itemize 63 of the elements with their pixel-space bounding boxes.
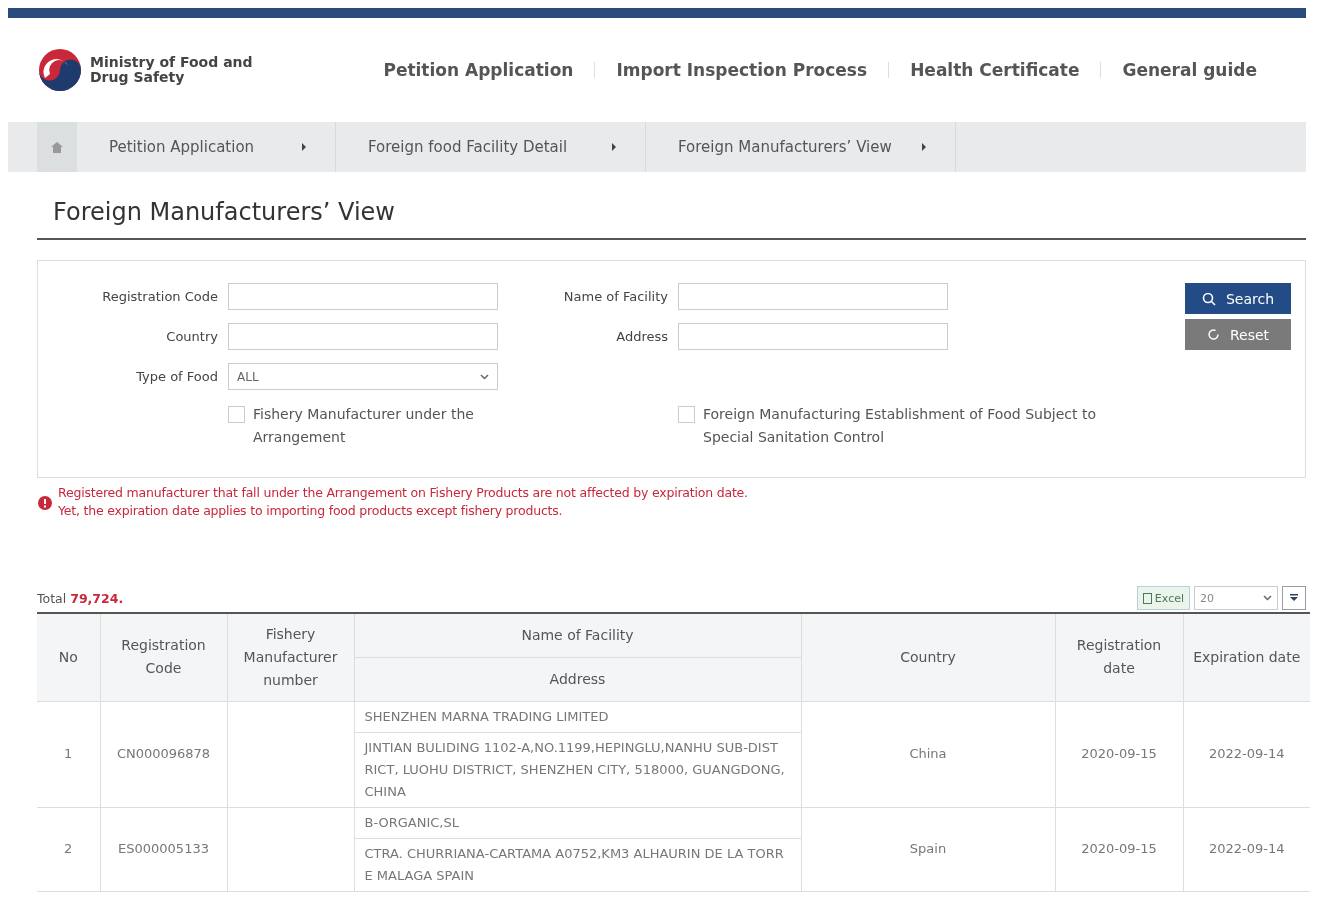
home-icon[interactable] bbox=[51, 141, 63, 153]
column-header: Registration date bbox=[1055, 613, 1183, 701]
caret-icon bbox=[611, 143, 617, 151]
field-label: Type of Food bbox=[135, 369, 219, 384]
table-cell: CTRA. CHURRIANA-CARTAMA A0752,KM3 ALHAURIN DE LA TORRE MALAGA SPAIN bbox=[354, 838, 801, 891]
caret-icon bbox=[921, 143, 927, 151]
table-cell: SHENZHEN MARNA TRADING LIMITED bbox=[354, 701, 801, 732]
text-field[interactable] bbox=[228, 323, 498, 350]
column-header: Fishery Manufacturer number bbox=[227, 613, 354, 701]
text-field[interactable] bbox=[678, 323, 948, 350]
field-label: Name of Facility bbox=[562, 289, 669, 304]
checkbox[interactable] bbox=[228, 406, 245, 423]
reset-button[interactable]: Reset bbox=[1185, 319, 1291, 350]
ministry-name: Ministry of Food and Drug Safety bbox=[90, 55, 254, 85]
table-cell: 2020-09-15 bbox=[1055, 701, 1183, 807]
chevron-down-icon bbox=[480, 373, 489, 380]
column-header: Expiration date bbox=[1183, 613, 1310, 701]
table-cell: 1 bbox=[37, 701, 100, 807]
field-label: Country bbox=[165, 329, 219, 344]
text-field[interactable] bbox=[678, 283, 948, 310]
column-header: Address bbox=[354, 657, 801, 701]
checkbox-label: Foreign Manufacturing Establishment of Food Subject to Special Sanitation Control bbox=[703, 405, 1098, 447]
notice-text: Registered manufacturer that fall under the Arrangement on Fishery Products are not affected by expiration date. bbox=[58, 484, 748, 502]
nav-link[interactable]: Health Certificate bbox=[889, 60, 1101, 80]
column-header: Name of Facility bbox=[354, 613, 801, 657]
table-cell: 2020-09-15 bbox=[1055, 807, 1183, 891]
breadcrumb-link[interactable]: Petition Application bbox=[77, 122, 336, 172]
table-cell: B-ORGANIC,SL bbox=[354, 807, 801, 838]
table-cell: Spain bbox=[801, 807, 1055, 891]
excel-button[interactable]: Excel bbox=[1136, 586, 1190, 610]
chevron-down-icon bbox=[1263, 595, 1272, 601]
table-cell: CN000096878 bbox=[100, 701, 227, 807]
page-size-select[interactable]: 20 bbox=[1194, 586, 1278, 610]
emblem-logo-icon bbox=[38, 48, 82, 92]
table-cell: 2 bbox=[37, 807, 100, 891]
column-header: No bbox=[37, 613, 100, 701]
filter-icon bbox=[1289, 593, 1299, 603]
field-label: Registration Code bbox=[101, 289, 219, 304]
refresh-icon bbox=[1206, 328, 1220, 341]
table-cell: ES000005133 bbox=[100, 807, 227, 891]
caret-icon bbox=[301, 143, 307, 151]
options-button[interactable] bbox=[1282, 586, 1306, 610]
breadcrumb-link[interactable]: Foreign food Facility Detail bbox=[336, 122, 646, 172]
nav-link[interactable]: Import Inspection Process bbox=[595, 60, 889, 80]
document-icon bbox=[1142, 592, 1152, 604]
table-cell: China bbox=[801, 701, 1055, 807]
search-icon bbox=[1201, 291, 1216, 306]
nav-link[interactable]: General guide bbox=[1101, 60, 1278, 80]
text-field[interactable] bbox=[228, 283, 498, 310]
breadcrumb-link[interactable]: Foreign Manufacturers’ View bbox=[646, 122, 956, 172]
page-title: Foreign Manufacturers’ View bbox=[53, 198, 396, 226]
field-label: Address bbox=[615, 329, 669, 344]
column-header: Registration Code bbox=[100, 613, 227, 701]
checkbox-label: Fishery Manufacturer under the Arrangement bbox=[253, 405, 475, 447]
total-count: Total 79,724. bbox=[37, 590, 124, 606]
table-cell: JINTIAN BULIDING 1102-A,NO.1199,HEPINGLU,NANHU SUB-DISTRICT, LUOHU DISTRICT, SHENZHEN CITY, 518000, GUANGDONG, CHINA bbox=[354, 732, 801, 807]
column-header: Country bbox=[801, 613, 1055, 701]
notice-text: Yet, the expiration date applies to importing food products except fishery products. bbox=[58, 502, 564, 520]
checkbox[interactable] bbox=[678, 406, 695, 423]
search-button[interactable]: Search bbox=[1185, 283, 1291, 314]
nav-link[interactable]: Petition Application bbox=[362, 60, 595, 80]
alert-icon bbox=[38, 496, 52, 510]
select-field[interactable]: ALL bbox=[228, 363, 498, 390]
